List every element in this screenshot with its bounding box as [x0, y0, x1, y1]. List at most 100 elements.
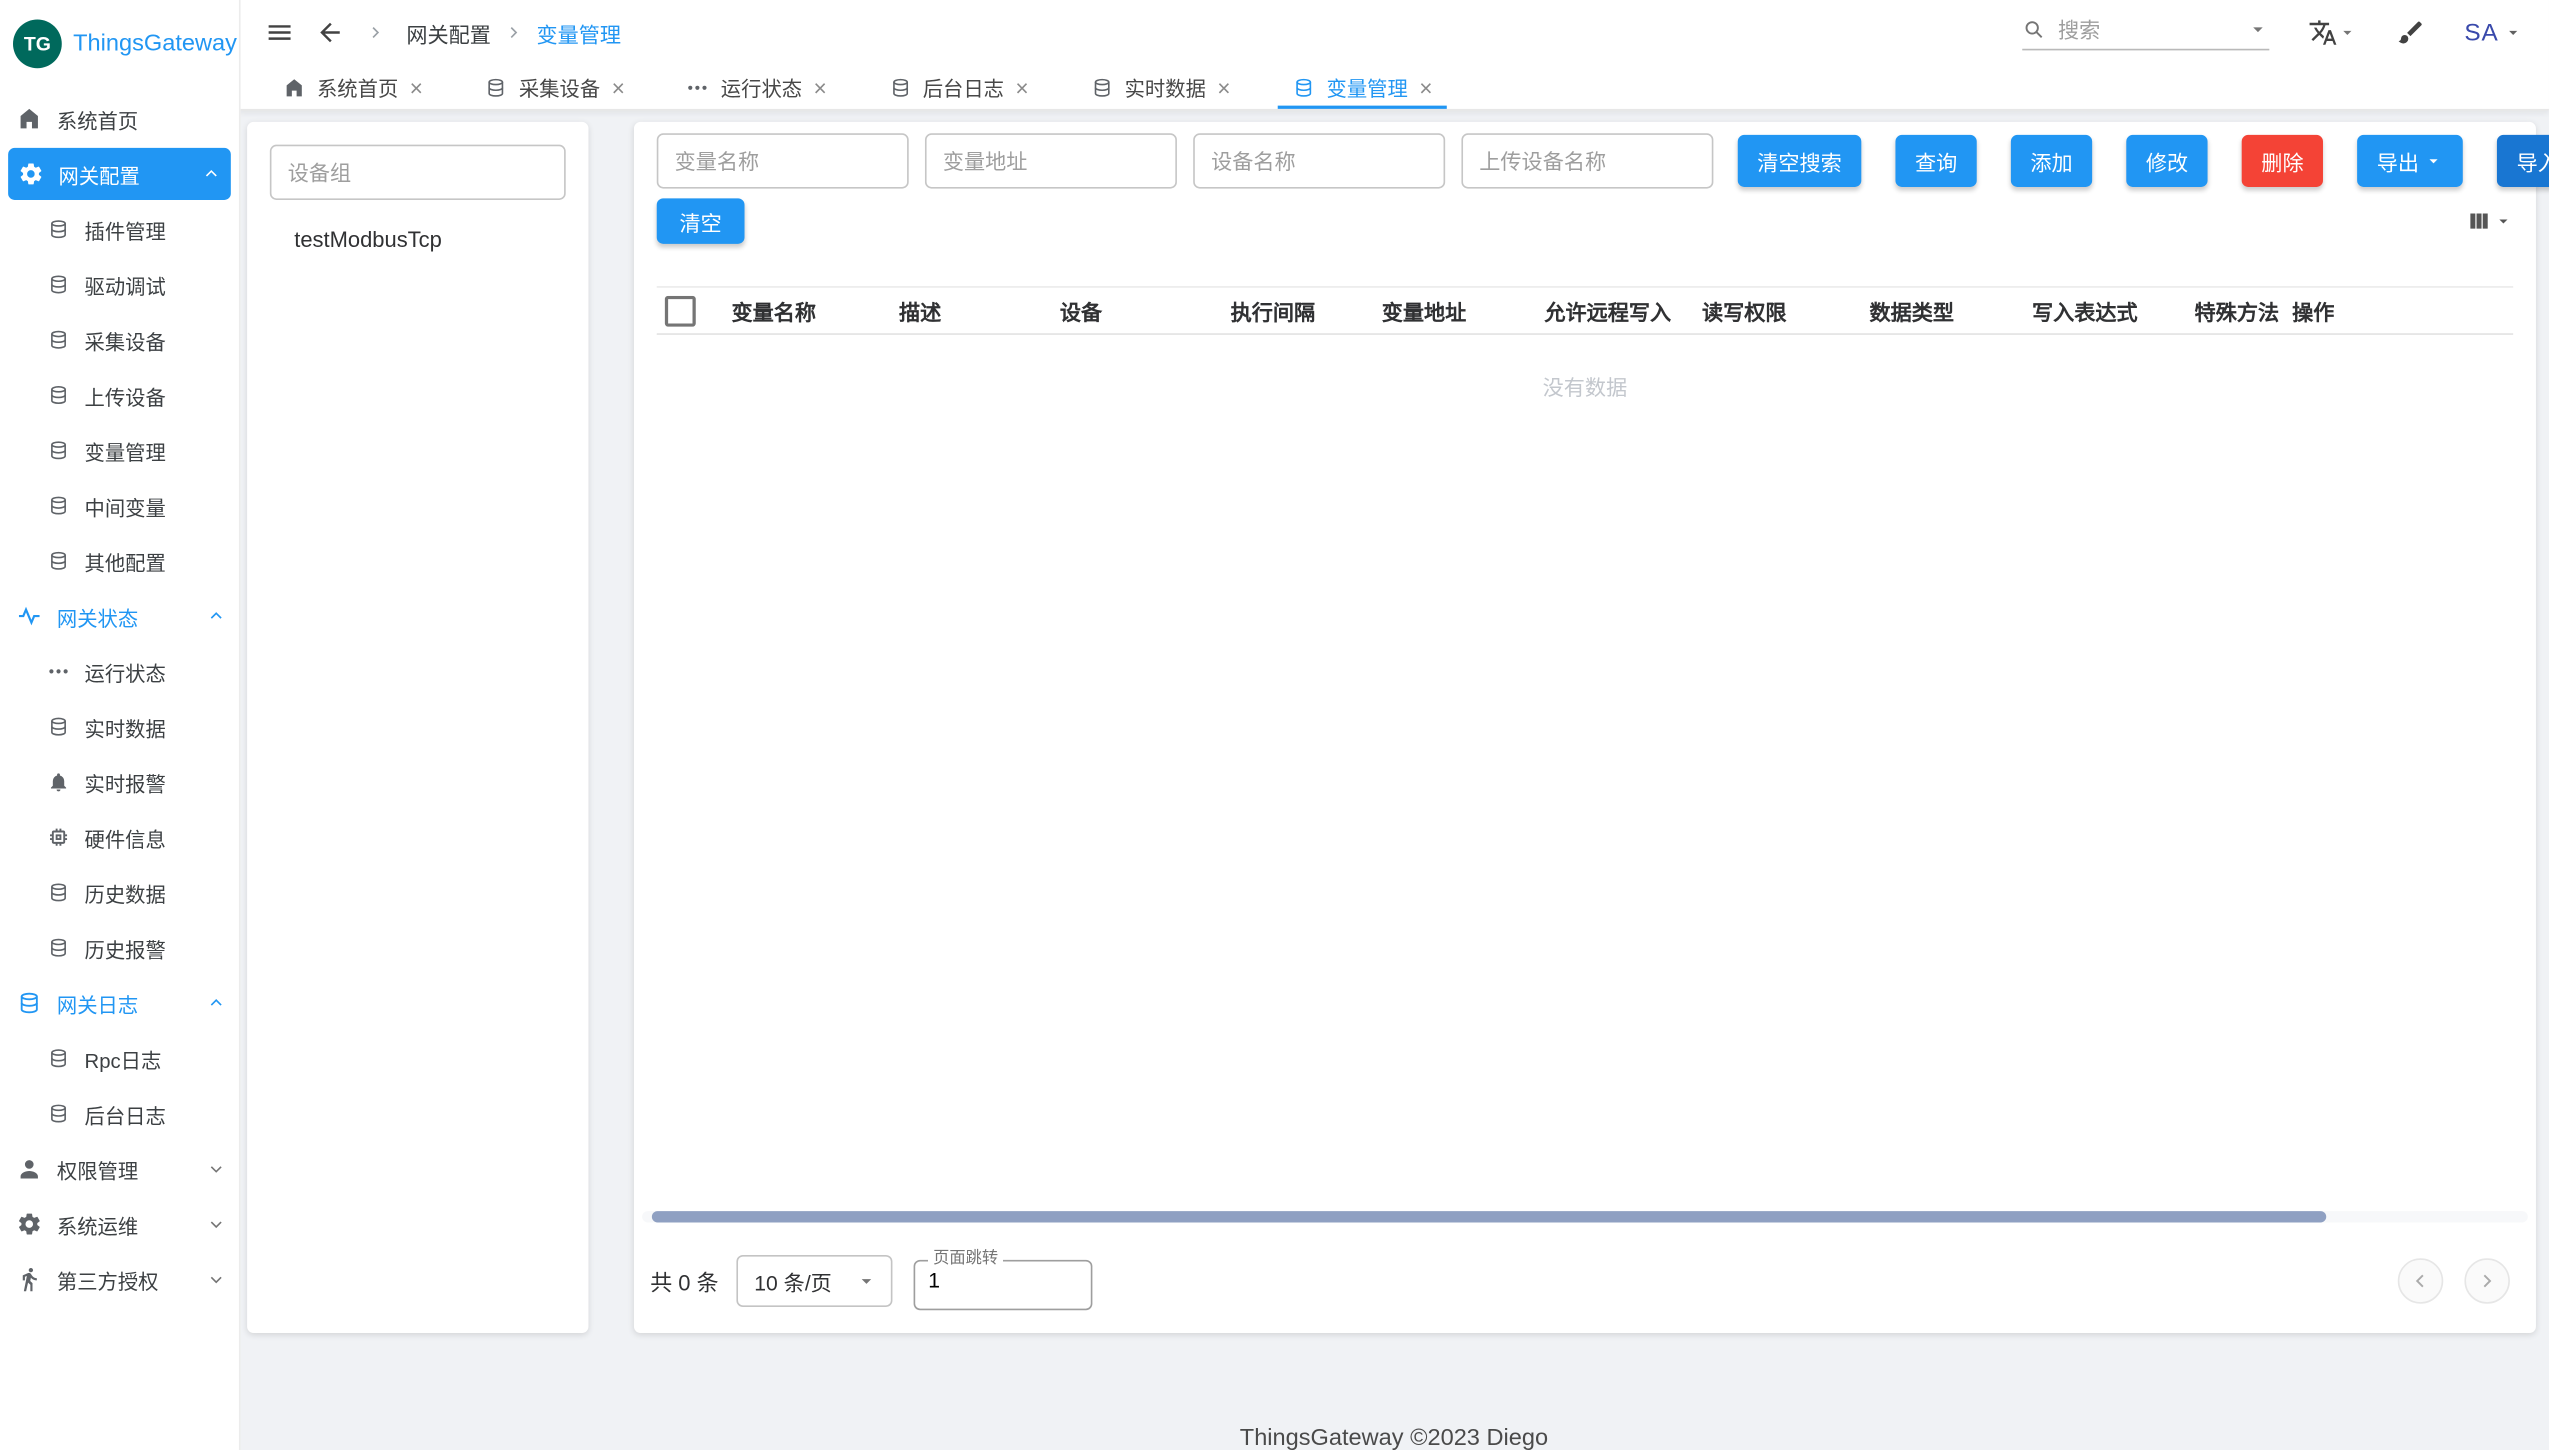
sidebar-item-variable-management[interactable]: 变量管理: [0, 423, 239, 478]
database-gear-icon: [485, 76, 508, 99]
tab-collect-device[interactable]: 采集设备 ×: [470, 65, 639, 109]
tab-label: 后台日志: [923, 72, 1004, 103]
clear-search-button[interactable]: 清空搜索: [1738, 135, 1862, 187]
breadcrumb-separator-icon: [504, 23, 524, 43]
sidebar-group-gateway-logs[interactable]: 网关日志: [0, 975, 239, 1030]
sidebar-item-realtime-data[interactable]: 实时数据: [0, 699, 239, 754]
delete-button[interactable]: 删除: [2242, 135, 2323, 187]
user-menu[interactable]: SA: [2464, 19, 2523, 47]
database-gear-icon: [1292, 76, 1315, 99]
close-icon[interactable]: ×: [1015, 76, 1028, 99]
caret-down-icon: [2494, 211, 2514, 231]
export-button[interactable]: 导出: [2357, 135, 2463, 187]
clear-button[interactable]: 清空: [657, 198, 745, 244]
query-button[interactable]: 查询: [1895, 135, 1976, 187]
filter-upload-device-input[interactable]: [1461, 133, 1713, 188]
breadcrumb-parent: 网关配置: [406, 17, 491, 48]
database-gear-icon: [47, 384, 70, 407]
close-icon[interactable]: ×: [612, 76, 625, 99]
edit-button[interactable]: 修改: [2126, 135, 2207, 187]
sidebar-group-system-ops[interactable]: 系统运维: [0, 1196, 239, 1251]
add-button[interactable]: 添加: [2011, 135, 2092, 187]
horizontal-scrollbar-thumb[interactable]: [652, 1211, 2326, 1222]
import-button[interactable]: 导入: [2497, 135, 2549, 187]
second-toolbar-row: 清空: [657, 198, 2513, 244]
sidebar-group-gateway-config[interactable]: 网关配置: [8, 148, 231, 200]
database-search-icon: [16, 990, 42, 1016]
sidebar-item-home[interactable]: 系统首页: [0, 91, 239, 146]
caret-down-icon: [855, 1270, 878, 1293]
sidebar-item-driver-debug[interactable]: 驱动调试: [0, 257, 239, 312]
back-button[interactable]: [315, 18, 344, 47]
sidebar-group-permission-management[interactable]: 权限管理: [0, 1141, 239, 1196]
page-jump-input[interactable]: [928, 1268, 1058, 1292]
chevron-left-icon: [2409, 1270, 2432, 1293]
next-page-button[interactable]: [2464, 1258, 2510, 1304]
prev-page-button[interactable]: [2398, 1258, 2444, 1304]
device-group-search-input[interactable]: [270, 145, 566, 200]
close-icon[interactable]: ×: [1419, 76, 1432, 99]
search-input[interactable]: [2055, 15, 2211, 43]
footer-copyright: ThingsGateway ©2023 Diego: [239, 1426, 2549, 1450]
column-header: 数据类型: [1869, 295, 2032, 326]
sidebar-item-realtime-alarm[interactable]: 实时报警: [0, 754, 239, 809]
theme-button[interactable]: [2396, 18, 2425, 47]
close-icon[interactable]: ×: [813, 76, 826, 99]
sidebar-item-other-config[interactable]: 其他配置: [0, 533, 239, 588]
tab-variable-management[interactable]: 变量管理 ×: [1278, 65, 1447, 109]
sidebar-group-label: 网关日志: [57, 988, 138, 1019]
total-count: 共 0 条: [650, 1265, 718, 1298]
sidebar-item-collect-device[interactable]: 采集设备: [0, 312, 239, 367]
sidebar-item-plugin-management[interactable]: 插件管理: [0, 202, 239, 257]
walking-person-icon: [16, 1266, 42, 1292]
column-settings-button[interactable]: [2466, 208, 2513, 234]
database-gear-icon: [47, 494, 70, 517]
select-all-checkbox[interactable]: [665, 295, 696, 326]
variable-table-panel: 清空搜索 查询 添加 修改 删除 导出 导入 清空: [634, 122, 2536, 1333]
global-search: [2022, 15, 2269, 49]
tab-backend-log[interactable]: 后台日志 ×: [874, 65, 1043, 109]
device-tree-item[interactable]: testModbusTcp: [270, 228, 566, 252]
pagination-nav: [2398, 1258, 2510, 1304]
database-gear-icon: [47, 328, 70, 351]
device-group-panel: testModbusTcp: [247, 122, 588, 1333]
caret-down-icon[interactable]: [2247, 18, 2270, 41]
sidebar-item-backend-log[interactable]: 后台日志: [0, 1086, 239, 1141]
tab-home[interactable]: 系统首页 ×: [268, 65, 437, 109]
chevron-up-icon: [206, 993, 226, 1013]
database-icon: [47, 273, 70, 296]
sidebar-group-label: 权限管理: [57, 1153, 138, 1184]
tab-realtime-data[interactable]: 实时数据 ×: [1076, 65, 1245, 109]
filter-device-name-input[interactable]: [1193, 133, 1445, 188]
sidebar-item-history-data[interactable]: 历史数据: [0, 865, 239, 920]
database-icon: [47, 936, 70, 959]
database-search-icon: [889, 76, 912, 99]
home-icon: [16, 106, 42, 132]
sidebar-group-gateway-status[interactable]: 网关状态: [0, 588, 239, 643]
breadcrumb-current[interactable]: 变量管理: [536, 17, 621, 48]
close-icon[interactable]: ×: [410, 76, 423, 99]
chevron-up-icon: [202, 164, 222, 184]
sidebar-item-rpc-log[interactable]: Rpc日志: [0, 1031, 239, 1086]
sidebar-group-label: 网关配置: [59, 158, 140, 189]
export-label: 导出: [2377, 145, 2419, 176]
sidebar-item-hardware-info[interactable]: 硬件信息: [0, 810, 239, 865]
filter-variable-name-input[interactable]: [657, 133, 909, 188]
sidebar-group-third-party-auth[interactable]: 第三方授权: [0, 1252, 239, 1307]
close-icon[interactable]: ×: [1217, 76, 1230, 99]
database-icon: [47, 881, 70, 904]
filter-variable-address-input[interactable]: [925, 133, 1177, 188]
chevron-down-icon: [206, 1159, 226, 1179]
hamburger-menu-button[interactable]: [265, 18, 294, 47]
sidebar-item-intermediate-variable[interactable]: 中间变量: [0, 478, 239, 533]
sidebar-item-running-status[interactable]: 运行状态: [0, 644, 239, 699]
database-icon: [1090, 76, 1113, 99]
sidebar-item-upload-device[interactable]: 上传设备: [0, 367, 239, 422]
tab-running-status[interactable]: 运行状态 ×: [672, 65, 841, 109]
sidebar-item-label: Rpc日志: [85, 1043, 162, 1074]
sidebar-item-history-alarm[interactable]: 历史报警: [0, 920, 239, 975]
page-size-select[interactable]: 10 条/页: [736, 1255, 892, 1307]
tab-label: 运行状态: [721, 72, 802, 103]
status-dots-icon: [687, 76, 710, 99]
language-button[interactable]: [2308, 18, 2357, 47]
